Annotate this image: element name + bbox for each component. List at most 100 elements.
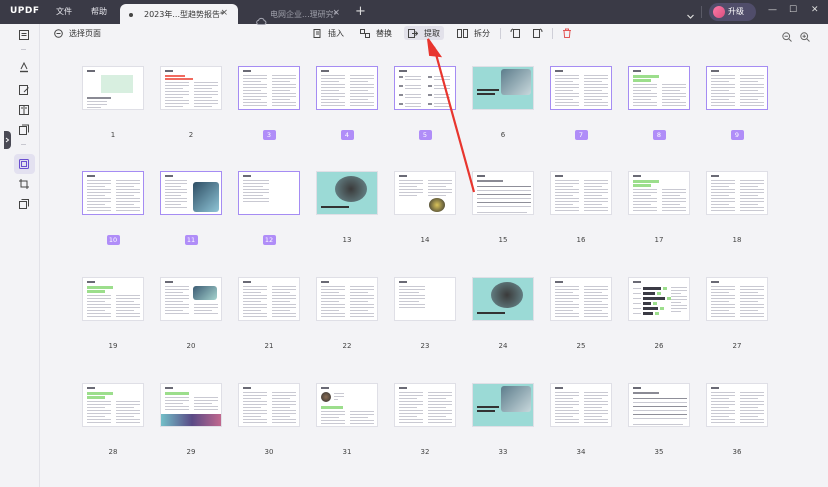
page-thumbnail[interactable]: 29 bbox=[160, 383, 224, 459]
sidebar-collapse-handle[interactable] bbox=[4, 131, 11, 149]
page-number: 1 bbox=[110, 131, 116, 139]
tab-document-2[interactable]: 电网企业...理研究* × bbox=[240, 4, 348, 25]
menu-help[interactable]: 帮助 bbox=[91, 6, 107, 17]
new-tab-button[interactable]: + bbox=[355, 4, 366, 19]
rotate-left-button[interactable] bbox=[510, 26, 527, 40]
insert-button[interactable]: 插入 bbox=[313, 26, 344, 40]
text-line bbox=[428, 419, 452, 420]
text-line bbox=[711, 198, 735, 199]
page-thumbnail[interactable]: 6 bbox=[472, 66, 536, 142]
text-line bbox=[555, 210, 579, 211]
tab-document-1[interactable]: 2023年...型趋势报告* × bbox=[120, 4, 238, 24]
text-line bbox=[584, 207, 608, 208]
zoom-in-icon[interactable] bbox=[800, 27, 810, 46]
replace-button[interactable]: 替换 bbox=[360, 26, 392, 40]
text-line bbox=[711, 398, 729, 399]
page-thumbnail[interactable]: 11 bbox=[160, 171, 224, 247]
split-button[interactable]: 拆分 bbox=[457, 26, 490, 40]
page-thumbnail[interactable]: 31 bbox=[316, 383, 380, 459]
text-line bbox=[711, 105, 735, 106]
page-thumbnail[interactable]: 22 bbox=[316, 277, 380, 353]
page-thumbnail[interactable]: 15 bbox=[472, 171, 536, 247]
text-line bbox=[272, 75, 296, 76]
text-line bbox=[662, 189, 686, 190]
page-thumbnail[interactable]: 9 bbox=[706, 66, 770, 142]
text-line bbox=[399, 286, 425, 287]
page-preview bbox=[472, 66, 534, 110]
page-thumbnail[interactable]: 17 bbox=[628, 171, 692, 247]
text-line bbox=[399, 292, 419, 293]
page-thumbnail[interactable]: 4 bbox=[316, 66, 380, 142]
page-thumbnail[interactable]: 21 bbox=[238, 277, 302, 353]
comment-icon[interactable] bbox=[18, 61, 30, 73]
text-line bbox=[350, 102, 374, 103]
page-thumbnail[interactable]: 30 bbox=[238, 383, 302, 459]
page-thumbnail[interactable]: 1 bbox=[82, 66, 146, 142]
page-thumbnail[interactable]: 13 bbox=[316, 171, 380, 247]
minimize-button[interactable]: — bbox=[768, 5, 777, 15]
page-thumbnail[interactable]: 35 bbox=[628, 383, 692, 459]
text-line bbox=[584, 416, 602, 417]
text-line bbox=[584, 102, 608, 103]
page-thumbnail[interactable]: 23 bbox=[394, 277, 458, 353]
page-thumbnail[interactable]: 16 bbox=[550, 171, 614, 247]
text-line bbox=[633, 293, 641, 294]
text-line bbox=[662, 195, 680, 196]
tab-close-icon[interactable]: × bbox=[220, 8, 228, 18]
page-thumbnail[interactable]: 24 bbox=[472, 277, 536, 353]
text-line bbox=[399, 392, 423, 393]
crop-icon[interactable] bbox=[18, 178, 30, 190]
page-thumbnail[interactable]: 36 bbox=[706, 383, 770, 459]
maximize-button[interactable]: ☐ bbox=[789, 5, 797, 15]
page-thumbnail[interactable]: 28 bbox=[82, 383, 146, 459]
edit-icon[interactable] bbox=[18, 84, 30, 96]
page-thumbnail[interactable]: 34 bbox=[550, 383, 614, 459]
page-thumbnail[interactable]: 12 bbox=[238, 171, 302, 247]
page-logo bbox=[321, 281, 329, 283]
page-thumbnail[interactable]: 27 bbox=[706, 277, 770, 353]
menu-file[interactable]: 文件 bbox=[56, 6, 72, 17]
organize-pages-icon[interactable] bbox=[18, 158, 30, 170]
text-line bbox=[711, 286, 735, 287]
text-line bbox=[584, 286, 608, 287]
zoom-out-icon[interactable] bbox=[782, 27, 792, 46]
select-pages-button[interactable]: 选择页面 bbox=[54, 26, 101, 40]
upgrade-button[interactable]: 升级 bbox=[709, 3, 756, 21]
text-line bbox=[633, 288, 641, 289]
text-line bbox=[711, 201, 735, 202]
page-thumbnail[interactable]: 5 bbox=[394, 66, 458, 142]
page-thumbnail[interactable]: 7 bbox=[550, 66, 614, 142]
text-line bbox=[662, 201, 686, 202]
page-thumbnail[interactable]: 10 bbox=[82, 171, 146, 247]
page-thumbnail[interactable]: 3 bbox=[238, 66, 302, 142]
close-window-button[interactable]: ✕ bbox=[811, 5, 819, 15]
page-thumbnail[interactable]: 8 bbox=[628, 66, 692, 142]
page-thumbnail[interactable]: 32 bbox=[394, 383, 458, 459]
rotate-right-button[interactable] bbox=[532, 26, 549, 40]
page-thumbnail[interactable]: 25 bbox=[550, 277, 614, 353]
text-line bbox=[584, 183, 608, 184]
form-icon[interactable] bbox=[18, 104, 30, 116]
tab-close-icon[interactable]: × bbox=[332, 8, 340, 18]
page-thumbnail[interactable]: 2 bbox=[160, 66, 224, 142]
text-line bbox=[555, 416, 573, 417]
reader-icon[interactable] bbox=[18, 29, 30, 41]
text-line bbox=[711, 207, 735, 208]
page-number: 23 bbox=[420, 342, 430, 350]
text-line bbox=[555, 407, 573, 408]
text-line bbox=[399, 419, 423, 420]
text-line bbox=[165, 91, 189, 92]
toolbar-divider bbox=[500, 28, 501, 39]
page-thumbnail[interactable]: 19 bbox=[82, 277, 146, 353]
page-thumbnail[interactable]: 20 bbox=[160, 277, 224, 353]
page-thumbnail[interactable]: 26 bbox=[628, 277, 692, 353]
convert-icon[interactable] bbox=[18, 124, 30, 136]
page-thumbnail[interactable]: 14 bbox=[394, 171, 458, 247]
page-thumbnail[interactable]: 18 bbox=[706, 171, 770, 247]
text-line bbox=[711, 90, 729, 91]
extract-button[interactable]: 提取 bbox=[404, 26, 444, 40]
delete-button[interactable] bbox=[562, 26, 578, 40]
pages-icon[interactable] bbox=[18, 198, 30, 210]
chevron-down-icon[interactable] bbox=[686, 6, 695, 25]
page-thumbnail[interactable]: 33 bbox=[472, 383, 536, 459]
